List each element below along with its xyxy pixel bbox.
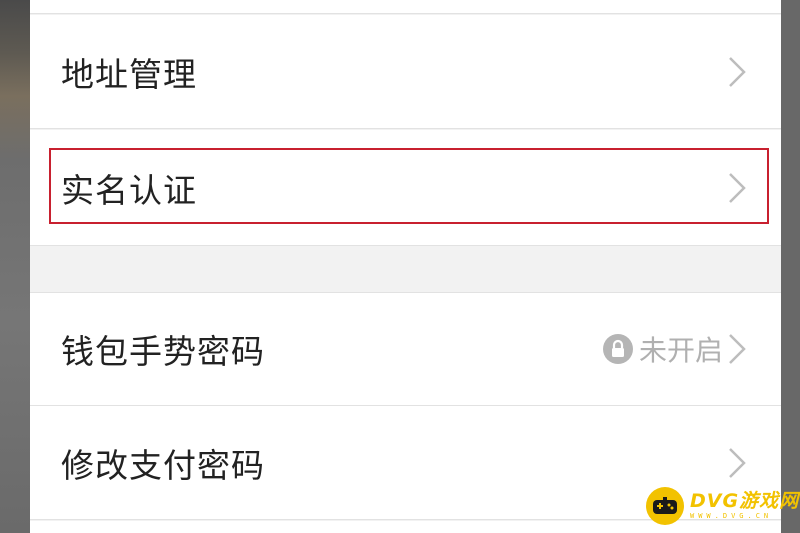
chevron-right-icon — [725, 446, 749, 480]
row-label: 地址管理 — [61, 54, 197, 94]
chevron-right-icon — [725, 55, 749, 89]
row-label: 钱包手势密码 — [61, 332, 265, 371]
row-label: 修改支付密码 — [61, 445, 265, 485]
status-indicator: 未开启 — [602, 329, 723, 369]
watermark-title: DVG游戏网 — [690, 490, 800, 512]
row-label: 实名认证 — [61, 170, 197, 210]
settings-row-address[interactable]: 地址管理 — [30, 15, 781, 129]
previous-row-partial — [30, 0, 781, 14]
gamepad-icon — [646, 487, 684, 525]
chevron-right-icon — [725, 171, 749, 205]
status-text: 未开启 — [638, 334, 723, 367]
chevron-right-icon — [725, 332, 749, 366]
lock-icon — [602, 334, 633, 364]
watermark: DVG游戏网 WWW.DVG.CN — [646, 487, 799, 525]
backdrop-right — [781, 0, 800, 533]
settings-row-realname[interactable]: 实名认证 — [30, 130, 781, 246]
settings-sheet: 地址管理 实名认证 钱包手势密码 未开启 修改支付密码 — [30, 0, 781, 533]
settings-row-gesture-password[interactable]: 钱包手势密码 未开启 — [30, 292, 781, 406]
watermark-subtitle: WWW.DVG.CN — [690, 512, 773, 520]
backdrop-left — [0, 0, 30, 533]
